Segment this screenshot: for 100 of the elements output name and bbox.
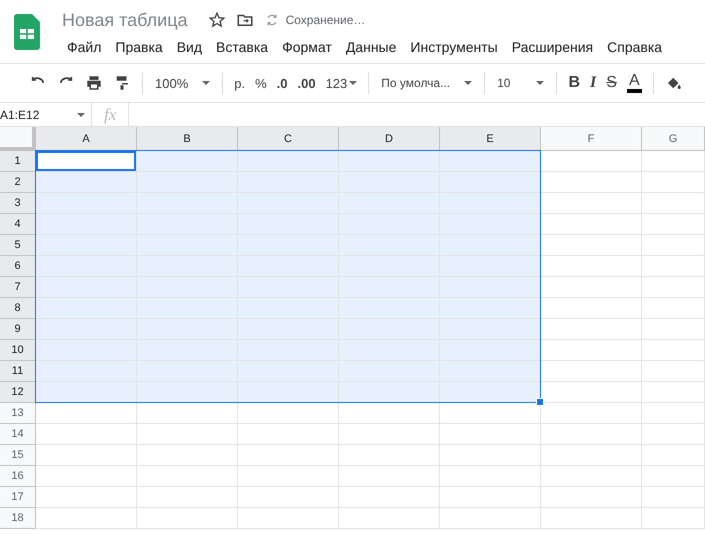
table-cell[interactable] [339, 172, 440, 193]
table-cell[interactable] [440, 235, 541, 256]
print-icon[interactable] [85, 74, 103, 92]
table-cell[interactable] [541, 235, 642, 256]
table-cell[interactable] [440, 340, 541, 361]
table-cell[interactable] [137, 340, 238, 361]
table-cell[interactable] [238, 340, 339, 361]
table-cell[interactable] [339, 361, 440, 382]
table-cell[interactable] [36, 466, 137, 487]
row-header[interactable]: 8 [0, 298, 36, 319]
column-header[interactable]: C [238, 127, 339, 151]
table-cell[interactable] [339, 445, 440, 466]
row-header[interactable]: 16 [0, 466, 36, 487]
table-cell[interactable] [36, 403, 137, 424]
table-cell[interactable] [238, 508, 339, 529]
table-cell[interactable] [238, 382, 339, 403]
table-cell[interactable] [541, 382, 642, 403]
table-cell[interactable] [339, 193, 440, 214]
table-cell[interactable] [541, 487, 642, 508]
table-cell[interactable] [541, 403, 642, 424]
menu-item[interactable]: Данные [338, 37, 404, 57]
table-cell[interactable] [440, 193, 541, 214]
table-cell[interactable] [440, 445, 541, 466]
menu-item[interactable]: Вид [170, 37, 210, 57]
table-cell[interactable] [238, 277, 339, 298]
text-color-button[interactable]: A [622, 70, 647, 96]
table-cell[interactable] [541, 256, 642, 277]
table-cell[interactable] [440, 256, 541, 277]
table-cell[interactable] [440, 361, 541, 382]
table-cell[interactable] [440, 214, 541, 235]
table-cell[interactable] [36, 193, 137, 214]
table-cell[interactable] [238, 172, 339, 193]
fill-handle[interactable] [536, 398, 544, 406]
table-cell[interactable] [137, 193, 238, 214]
menu-item[interactable]: Справка [600, 37, 670, 57]
table-cell[interactable] [137, 256, 238, 277]
table-cell[interactable] [642, 172, 705, 193]
column-header[interactable]: D [339, 127, 440, 151]
table-cell[interactable] [339, 382, 440, 403]
font-dropdown[interactable]: По умолча... [375, 70, 478, 96]
row-header[interactable]: 13 [0, 403, 36, 424]
table-cell[interactable] [642, 298, 705, 319]
table-cell[interactable] [440, 151, 541, 172]
table-cell[interactable] [137, 403, 238, 424]
name-box[interactable]: A1:E12 [0, 103, 92, 126]
row-header[interactable]: 12 [0, 382, 36, 403]
table-cell[interactable] [36, 424, 137, 445]
table-cell[interactable] [541, 508, 642, 529]
table-cell[interactable] [541, 424, 642, 445]
menu-item[interactable]: Инструменты [403, 37, 505, 57]
table-cell[interactable] [238, 319, 339, 340]
table-cell[interactable] [36, 382, 137, 403]
table-cell[interactable] [440, 172, 541, 193]
column-header[interactable]: B [137, 127, 238, 151]
table-cell[interactable] [440, 487, 541, 508]
percent-button[interactable]: % [250, 70, 272, 96]
table-cell[interactable] [440, 382, 541, 403]
table-cell[interactable] [541, 193, 642, 214]
row-header[interactable]: 4 [0, 214, 36, 235]
table-cell[interactable] [541, 214, 642, 235]
table-cell[interactable] [36, 172, 137, 193]
table-cell[interactable] [36, 487, 137, 508]
table-cell[interactable] [642, 340, 705, 361]
column-header[interactable]: A [36, 127, 137, 151]
table-cell[interactable] [642, 151, 705, 172]
table-cell[interactable] [440, 508, 541, 529]
decrease-decimals-button[interactable]: .0 [272, 70, 292, 96]
table-cell[interactable] [440, 277, 541, 298]
italic-button[interactable]: I [585, 70, 602, 96]
table-cell[interactable] [238, 424, 339, 445]
row-header[interactable]: 1 [0, 151, 36, 172]
table-cell[interactable] [642, 403, 705, 424]
table-cell[interactable] [541, 277, 642, 298]
table-cell[interactable] [238, 214, 339, 235]
table-cell[interactable] [137, 445, 238, 466]
number-format-dropdown[interactable]: 123 [320, 70, 362, 96]
column-header[interactable]: E [440, 127, 541, 151]
table-cell[interactable] [137, 319, 238, 340]
table-cell[interactable] [36, 277, 137, 298]
table-cell[interactable] [440, 466, 541, 487]
table-cell[interactable] [137, 214, 238, 235]
font-size-dropdown[interactable]: 10 [491, 70, 550, 96]
table-cell[interactable] [440, 298, 541, 319]
table-cell[interactable] [642, 508, 705, 529]
table-cell[interactable] [339, 403, 440, 424]
table-cell[interactable] [642, 487, 705, 508]
menu-item[interactable]: Правка [108, 37, 170, 57]
table-cell[interactable] [642, 319, 705, 340]
table-cell[interactable] [238, 298, 339, 319]
table-cell[interactable] [541, 361, 642, 382]
table-cell[interactable] [541, 172, 642, 193]
table-cell[interactable] [642, 256, 705, 277]
table-cell[interactable] [339, 235, 440, 256]
table-cell[interactable] [642, 214, 705, 235]
table-cell[interactable] [137, 424, 238, 445]
table-cell[interactable] [238, 193, 339, 214]
star-icon[interactable] [208, 11, 226, 29]
table-cell[interactable] [137, 172, 238, 193]
table-cell[interactable] [238, 487, 339, 508]
table-cell[interactable] [36, 256, 137, 277]
